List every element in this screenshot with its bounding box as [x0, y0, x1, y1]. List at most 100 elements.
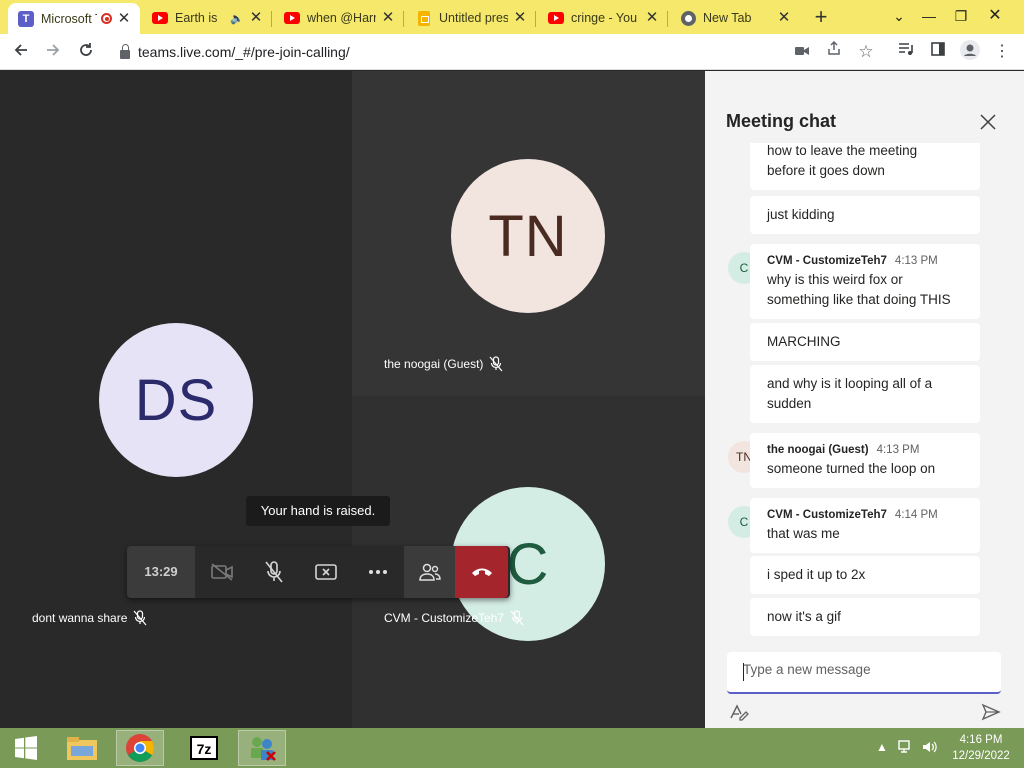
compose-box[interactable] [727, 652, 1001, 694]
mic-off-icon [133, 610, 147, 626]
tab-teams[interactable]: T Microsoft Teams ✕ [8, 3, 140, 34]
mic-off-icon [265, 561, 283, 583]
message-line: i sped it up to 2x [767, 567, 866, 582]
new-tab-button[interactable]: + [808, 6, 834, 30]
chat-message: now it's a gif [750, 598, 980, 636]
7zip-app[interactable]: 7z [180, 730, 228, 766]
mic-toggle-button[interactable] [248, 546, 300, 598]
hang-up-button[interactable] [455, 546, 508, 598]
message-meta: CVM - CustomizeTeh7 4:13 PM [767, 253, 963, 269]
message-time: 4:13 PM [876, 444, 920, 456]
chat-message-list[interactable]: how to leave the meeting before it goes … [705, 143, 1024, 639]
taskbar-clock[interactable]: 4:16 PM 12/29/2022 [948, 732, 1014, 764]
tab-untitled-presentation[interactable]: Untitled prese ✕ [406, 4, 536, 32]
close-tab-icon[interactable]: ✕ [776, 10, 792, 26]
reload-icon [80, 43, 92, 56]
volume-icon[interactable] [922, 740, 938, 757]
message-meta: the noogai (Guest) 4:13 PM [767, 442, 963, 458]
youtube-icon [548, 10, 564, 26]
camera-toggle-button[interactable] [196, 546, 248, 598]
avatar-tn: TN [451, 159, 605, 313]
file-explorer-app[interactable] [58, 730, 106, 766]
media-glyph [899, 43, 913, 55]
message-line: MARCHING [767, 334, 841, 349]
participants-button[interactable] [404, 546, 456, 598]
show-hidden-icons[interactable]: ▲ [876, 740, 888, 754]
share-glyph [828, 40, 840, 55]
network-status-icon[interactable] [898, 740, 914, 757]
tab-title: cringe - You [571, 11, 638, 25]
stop-share-icon [315, 564, 337, 580]
more-options-button[interactable] [352, 546, 404, 598]
meeting-chat-panel: Meeting chat how to leave the meeting be… [705, 71, 1024, 728]
clock-time: 4:16 PM [959, 734, 1003, 746]
browser-toolbar: teams.live.com/_#/pre-join-calling/ ☆ ⋮ [0, 34, 1024, 70]
browser-tab-strip: T Microsoft Teams ✕ Earth is 🔈 ✕ when @H… [0, 0, 1024, 34]
hand-raised-tooltip: Your hand is raised. [246, 496, 390, 526]
forward-arrow-icon [47, 44, 60, 56]
profile-avatar[interactable] [958, 40, 982, 64]
message-input[interactable] [743, 662, 983, 677]
svg-text:7z: 7z [197, 741, 212, 757]
browser-menu-icon[interactable]: ⋮ [990, 40, 1014, 64]
minimize-button[interactable]: — [914, 4, 944, 28]
back-button[interactable] [8, 39, 34, 65]
back-arrow-icon [14, 44, 27, 56]
bookmark-star-icon[interactable]: ☆ [854, 40, 878, 64]
message-line: something like that doing THIS [767, 292, 951, 307]
participant-name: CVM - CustomizeTeh7 [384, 611, 505, 625]
teams-icon: T [18, 10, 34, 27]
tab-cringe[interactable]: cringe - You ✕ [538, 4, 668, 32]
close-tab-icon[interactable]: ✕ [512, 10, 528, 26]
share-screen-button[interactable] [300, 546, 352, 598]
message-meta: CVM - CustomizeTeh7 4:14 PM [767, 507, 963, 523]
tab-new-tab[interactable]: New Tab ✕ [670, 4, 800, 32]
message-line: now it's a gif [767, 609, 841, 624]
close-tab-icon[interactable]: ✕ [380, 10, 396, 26]
close-chat-button[interactable] [977, 111, 999, 133]
media-control-icon[interactable] [894, 40, 918, 64]
close-tab-icon[interactable]: ✕ [116, 10, 132, 27]
close-window-button[interactable]: ✕ [980, 4, 1010, 28]
hang-up-icon [471, 568, 492, 576]
tab-search-icon[interactable]: ⌄ [884, 4, 914, 28]
folder-icon [67, 737, 97, 760]
camera-in-use-icon[interactable] [790, 40, 814, 64]
network-app[interactable] [238, 730, 286, 766]
share-icon[interactable] [822, 40, 846, 64]
tab-when-harr[interactable]: when @Harr ✕ [274, 4, 404, 32]
start-button[interactable] [2, 730, 50, 766]
forward-button[interactable] [40, 39, 66, 65]
chat-message: MARCHING [750, 323, 980, 361]
lock-icon [120, 43, 130, 59]
participant-name-tag: the noogai (Guest) [384, 356, 503, 372]
participant-name-tag: dont wanna share [32, 610, 147, 626]
participant-name: the noogai (Guest) [384, 357, 484, 371]
message-line: before it goes down [767, 163, 885, 178]
tab-title: New Tab [703, 11, 752, 25]
tab-title: when @Harr [307, 11, 376, 25]
reload-button[interactable] [73, 39, 99, 65]
participant-tile-ds: DS dont wanna share [0, 71, 352, 728]
chat-avatar-initials: C [739, 515, 749, 529]
message-line: someone turned the loop on [767, 461, 936, 476]
speaker-icon[interactable]: 🔈 [230, 12, 244, 25]
close-tab-icon[interactable]: ✕ [248, 10, 264, 26]
more-dots-icon [369, 570, 387, 574]
camera-glyph [795, 47, 809, 55]
restore-button[interactable]: ❐ [946, 4, 976, 28]
volume-glyph [923, 741, 937, 753]
tab-title: Microsoft Teams [41, 11, 97, 26]
chrome-icon [126, 734, 154, 762]
tab-earth[interactable]: Earth is 🔈 ✕ [142, 4, 272, 32]
close-tab-icon[interactable]: ✕ [644, 10, 660, 26]
chat-title: Meeting chat [726, 111, 837, 131]
chrome-app[interactable] [116, 730, 164, 766]
avatar-initials: TN [488, 203, 568, 269]
chrome-icon [680, 10, 696, 26]
side-panel-icon[interactable] [926, 40, 950, 64]
format-button[interactable] [729, 703, 749, 726]
address-bar[interactable]: teams.live.com/_#/pre-join-calling/ [110, 38, 890, 66]
tab-separator [535, 11, 536, 27]
send-button[interactable] [981, 703, 1001, 726]
